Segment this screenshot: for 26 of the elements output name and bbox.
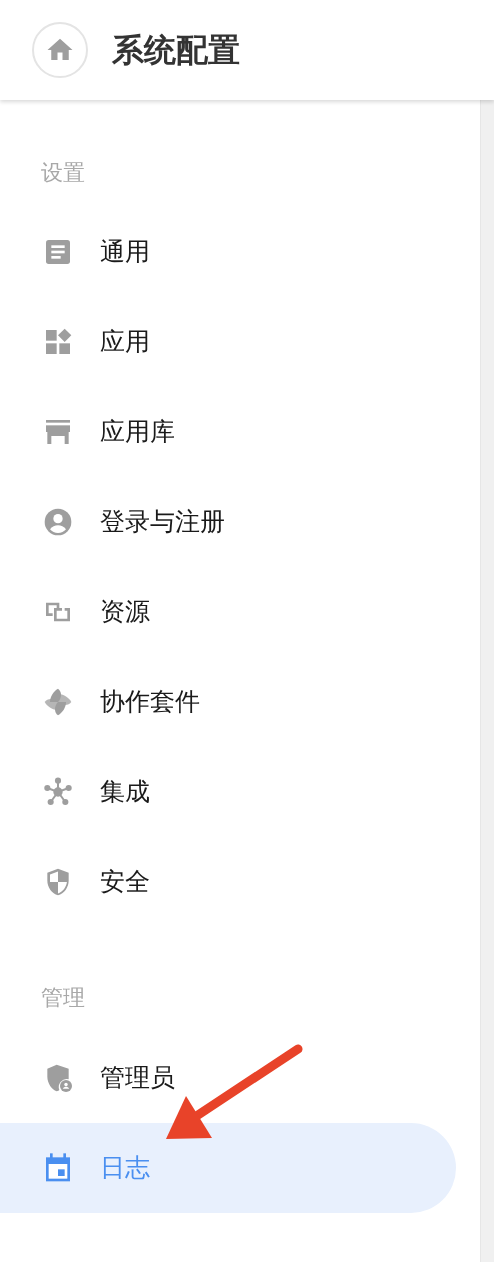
- nav-label: 应用: [100, 326, 150, 358]
- account-circle-icon: [42, 506, 74, 538]
- home-button[interactable]: [32, 22, 88, 78]
- nav-item[interactable]: 资源: [0, 567, 456, 657]
- hub-icon: [42, 776, 74, 808]
- nav-item[interactable]: 协作套件: [0, 657, 456, 747]
- nav-label: 协作套件: [100, 686, 200, 718]
- nav-label: 集成: [100, 776, 150, 808]
- nav-item[interactable]: 管理员: [0, 1033, 456, 1123]
- nav-label: 登录与注册: [100, 506, 225, 538]
- nav-label: 日志: [100, 1152, 150, 1184]
- nav-label: 管理员: [100, 1062, 175, 1094]
- page-title: 系统配置: [112, 31, 240, 70]
- nav-item[interactable]: 安全: [0, 837, 456, 927]
- nav-item[interactable]: 通用: [0, 207, 456, 297]
- nav-item[interactable]: 登录与注册: [0, 477, 456, 567]
- section-heading: 管理: [40, 984, 86, 1012]
- nav-item[interactable]: 应用库: [0, 387, 456, 477]
- nav-label: 应用库: [100, 416, 175, 448]
- nav-label: 通用: [100, 236, 150, 268]
- nav-label: 资源: [100, 596, 150, 628]
- nav-item[interactable]: 应用: [0, 297, 456, 387]
- nav-label: 安全: [100, 866, 150, 898]
- nav-item[interactable]: 集成: [0, 747, 456, 837]
- pinwheel-icon: [42, 686, 74, 718]
- section-heading: 设置: [40, 159, 86, 187]
